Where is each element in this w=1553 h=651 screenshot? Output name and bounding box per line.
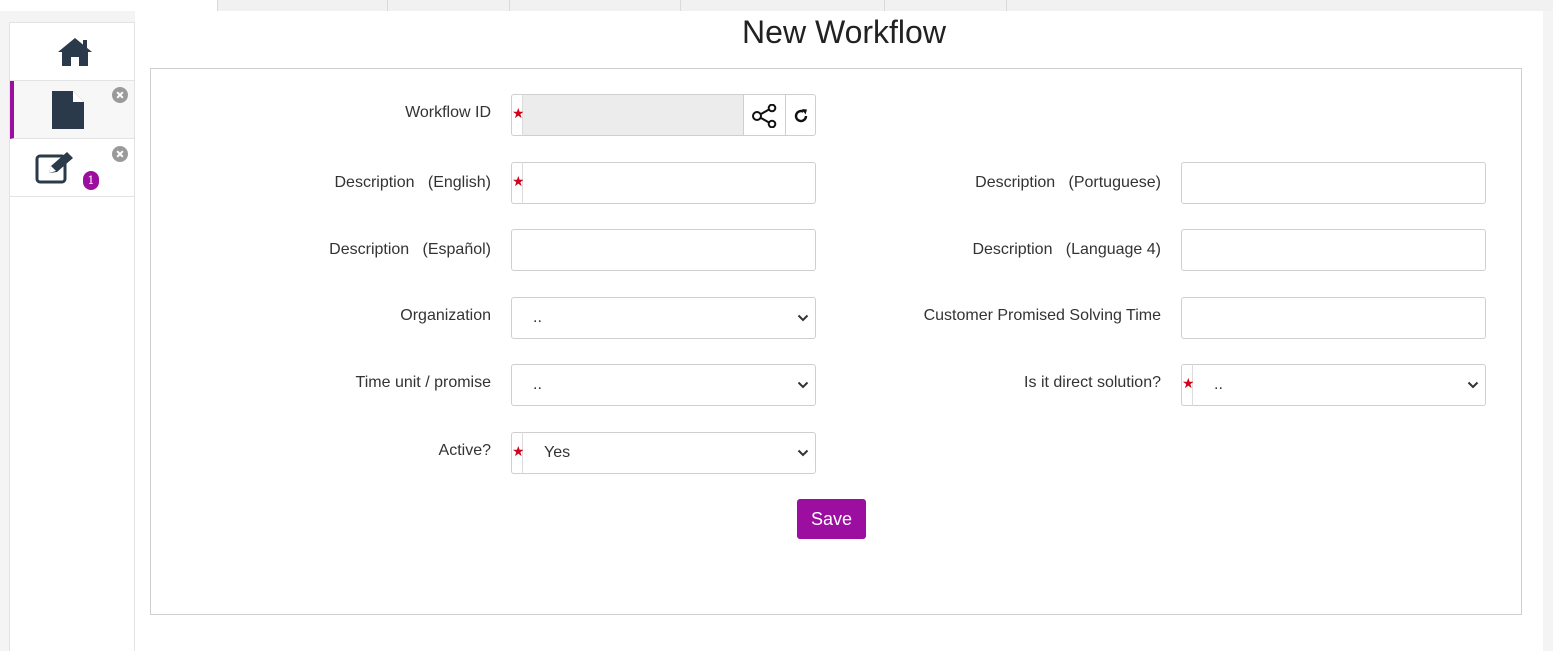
promised-solving-time-label: Customer Promised Solving Time xyxy=(923,307,1161,324)
description-portuguese-input[interactable] xyxy=(1181,162,1486,204)
description-espanol-input[interactable] xyxy=(511,229,816,271)
organization-label: Organization xyxy=(400,307,491,324)
chevron-down-icon xyxy=(797,449,809,457)
top-tab[interactable] xyxy=(885,0,1007,11)
description-english-input[interactable] xyxy=(523,162,816,204)
active-select[interactable]: Yes xyxy=(523,432,816,474)
time-unit-select-value: .. xyxy=(533,376,542,393)
required-indicator: ★ xyxy=(1181,364,1195,406)
sidebar-item-home[interactable] xyxy=(10,23,134,81)
refresh-icon xyxy=(794,109,808,123)
active-select-value: Yes xyxy=(544,444,571,461)
sidebar: 1 xyxy=(9,22,135,651)
workflow-id-input[interactable] xyxy=(523,94,744,136)
chevron-down-icon xyxy=(1467,381,1479,389)
top-tab[interactable] xyxy=(0,0,218,11)
refresh-button[interactable] xyxy=(785,94,816,136)
top-tab[interactable] xyxy=(1007,0,1553,11)
workflow-id-label: Workflow ID xyxy=(405,104,491,121)
top-tab[interactable] xyxy=(218,0,388,11)
time-unit-select[interactable]: .. xyxy=(511,364,816,406)
direct-solution-label: Is it direct solution? xyxy=(1024,374,1161,391)
required-indicator: ★ xyxy=(511,162,525,204)
description-espanol-label: Description (Español) xyxy=(329,241,491,258)
direct-solution-select[interactable]: .. xyxy=(1193,364,1486,406)
description-language4-label: Description (Language 4) xyxy=(972,241,1161,258)
edit-icon xyxy=(35,152,73,184)
promised-solving-time-input[interactable] xyxy=(1181,297,1486,339)
left-edge xyxy=(0,11,9,651)
description-language4-input[interactable] xyxy=(1181,229,1486,271)
description-english-label: Description (English) xyxy=(334,174,492,191)
save-button[interactable]: Save xyxy=(797,499,866,539)
top-tab-strip xyxy=(0,0,1553,11)
direct-solution-select-value: .. xyxy=(1214,376,1223,393)
organization-select[interactable]: .. xyxy=(511,297,816,339)
sidebar-item-document[interactable] xyxy=(10,81,134,139)
file-icon xyxy=(52,91,84,129)
description-portuguese-label: Description (Portuguese) xyxy=(975,174,1161,191)
required-indicator: ★ xyxy=(511,94,525,136)
top-tab[interactable] xyxy=(510,0,681,11)
home-icon xyxy=(58,38,92,66)
sidebar-item-edit[interactable]: 1 xyxy=(10,139,134,197)
top-tab[interactable] xyxy=(388,0,510,11)
required-indicator: ★ xyxy=(511,432,525,474)
page-title: New Workflow xyxy=(742,14,946,50)
close-tab-icon[interactable] xyxy=(112,87,128,103)
time-unit-label: Time unit / promise xyxy=(355,374,491,391)
top-tab[interactable] xyxy=(681,0,885,11)
chevron-down-icon xyxy=(797,314,809,322)
close-tab-icon[interactable] xyxy=(112,146,128,162)
share-icon xyxy=(752,104,777,128)
active-label: Active? xyxy=(438,442,491,459)
notification-badge: 1 xyxy=(83,171,99,190)
share-button[interactable] xyxy=(743,94,786,136)
organization-select-value: .. xyxy=(533,309,542,326)
chevron-down-icon xyxy=(797,381,809,389)
